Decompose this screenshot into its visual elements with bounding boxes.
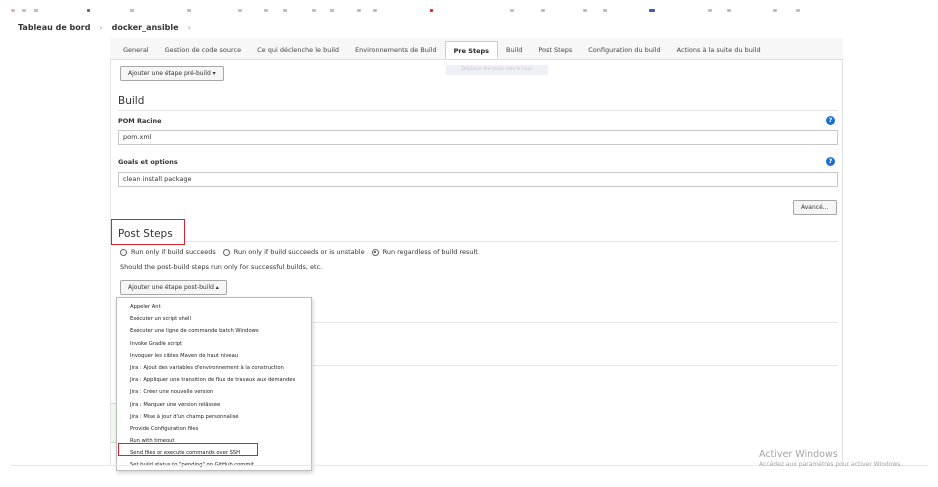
menu-item-jira-create-version[interactable]: Jira : Créer une nouvelle version (117, 386, 311, 398)
tab-build-environment[interactable]: Environnements de Build (347, 41, 445, 59)
post-steps-run-condition: Run only if build succeeds Run only if b… (120, 248, 485, 256)
watermark-subtitle: Accédez aux paramètres pour activer Wind… (759, 461, 903, 468)
section-divider (313, 365, 838, 366)
radio-run-if-success-or-unstable[interactable] (222, 248, 230, 256)
breadcrumb: Tableau de bord › docker_ansible › (0, 16, 938, 38)
tab-post-build-actions[interactable]: Actions à la suite du build (669, 41, 769, 59)
post-steps-section-title: Post Steps (118, 228, 173, 240)
config-tabs: General Gestion de code source Ce qui dé… (110, 38, 843, 60)
post-steps-help-text: Should the post-build steps run only for… (120, 263, 323, 271)
radio-run-if-success[interactable] (120, 248, 127, 256)
pom-root-input[interactable]: pom.xml (118, 130, 838, 145)
breadcrumb-separator: › (99, 22, 103, 32)
move-pre-steps-button[interactable]: Déplacer Pre steps vers le haut (446, 65, 548, 75)
ssh-item-highlight-box (118, 443, 258, 456)
radio-label: Run only if build succeeds (131, 248, 216, 256)
help-icon[interactable]: ? (826, 157, 835, 166)
section-divider (185, 241, 838, 242)
tab-build[interactable]: Build (498, 41, 530, 59)
windows-activation-watermark: Activer Windows Accédez aux paramètres p… (759, 449, 902, 468)
menu-item-gradle[interactable]: Invoke Gradle script (117, 338, 311, 350)
add-post-build-step-button[interactable]: Ajouter une étape post-build ▴ (120, 280, 227, 295)
pom-root-label: POM Racine (118, 117, 162, 125)
menu-item-maven[interactable]: Invoquer les cibles Maven de haut niveau (117, 350, 311, 362)
radio-run-regardless[interactable] (371, 248, 379, 256)
menu-item-jira-custom-field[interactable]: Jira : Mise à jour d'un champ personnali… (117, 411, 311, 423)
add-pre-build-step-button[interactable]: Ajouter une étape pré-build ▾ (120, 66, 224, 81)
breadcrumb-job-link[interactable]: docker_ansible (112, 23, 179, 32)
build-section-title: Build (118, 95, 145, 107)
goals-options-input[interactable]: clean install package (118, 172, 838, 187)
section-divider (118, 110, 838, 111)
goals-options-label: Goals et options (118, 158, 178, 166)
menu-item-jira-release-version[interactable]: Jira : Marquer une version relâssée (117, 399, 311, 411)
menu-item-ant[interactable]: Appeler Ant (117, 301, 311, 313)
radio-label: Run regardless of build result (382, 248, 478, 256)
watermark-title: Activer Windows (759, 449, 838, 460)
tab-build-settings[interactable]: Configuration du build (580, 41, 668, 59)
menu-item-batch[interactable]: Exécuter une ligne de commande batch Win… (117, 325, 311, 337)
tab-pre-steps[interactable]: Pre Steps (444, 41, 499, 59)
help-icon[interactable]: ? (826, 116, 835, 125)
section-divider (313, 322, 838, 323)
advanced-button[interactable]: Avancé... (793, 200, 837, 215)
top-header-strip (0, 0, 938, 16)
tab-general[interactable]: General (115, 41, 157, 59)
tab-post-steps[interactable]: Post Steps (530, 41, 580, 59)
tab-source-code-management[interactable]: Gestion de code source (157, 41, 249, 59)
menu-item-jira-env[interactable]: Jira : Ajout des variables d'environneme… (117, 362, 311, 374)
tab-build-triggers[interactable]: Ce qui déclenche le build (249, 41, 347, 59)
menu-item-config-files[interactable]: Provide Configuration files (117, 423, 311, 435)
menu-item-jira-transition[interactable]: Jira : Appliquer une transition de flux … (117, 374, 311, 386)
breadcrumb-separator: › (187, 22, 191, 32)
breadcrumb-dashboard-link[interactable]: Tableau de bord (18, 23, 90, 32)
menu-item-shell[interactable]: Exécuter un script shell (117, 313, 311, 325)
radio-label: Run only if build succeeds or is unstabl… (233, 248, 365, 256)
